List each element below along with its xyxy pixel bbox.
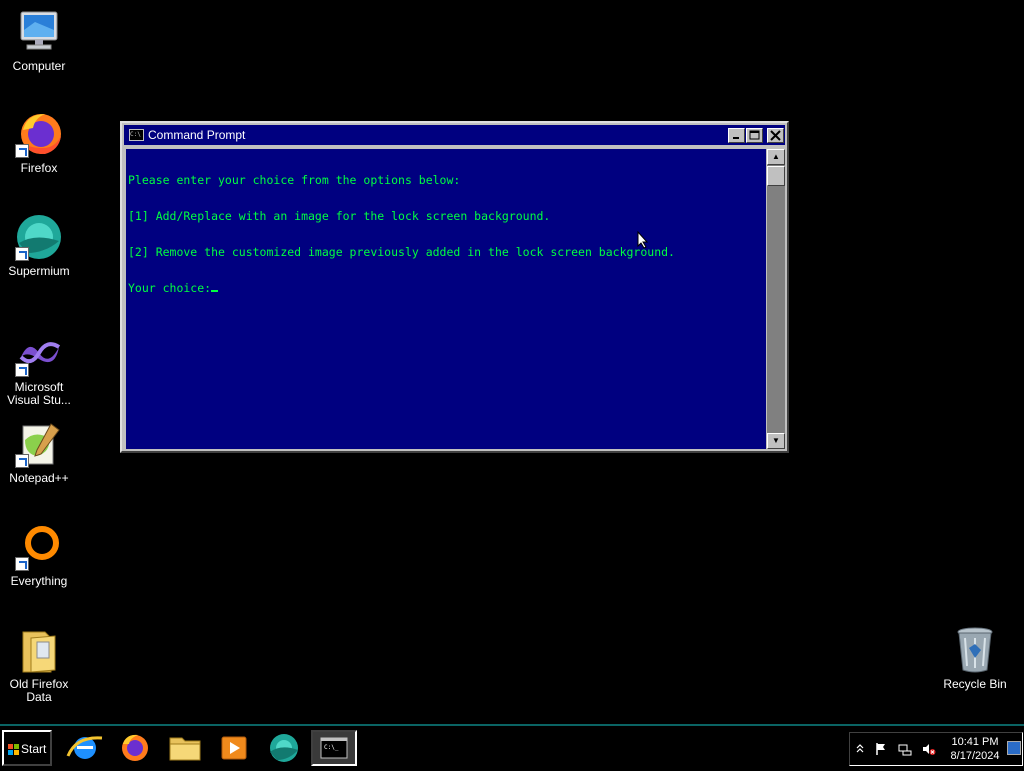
recycle-bin-icon — [951, 626, 999, 674]
network-icon[interactable] — [898, 742, 912, 756]
taskbar-internet-explorer[interactable] — [62, 730, 108, 766]
vertical-scrollbar[interactable]: ▲ ▼ — [767, 149, 785, 449]
desktop-icon-label: Old Firefox Data — [9, 677, 69, 704]
start-button[interactable]: Start — [2, 730, 52, 766]
show-desktop-button[interactable] — [1007, 741, 1021, 755]
firefox-icon — [15, 110, 63, 158]
console-icon: C:\ — [129, 129, 144, 141]
text-cursor — [211, 290, 219, 292]
desktop-icon-label: Firefox — [20, 161, 58, 175]
mouse-pointer-icon — [637, 230, 649, 254]
window-title: Command Prompt — [148, 128, 246, 142]
desktop-icon-label: Supermium — [8, 264, 70, 278]
visual-studio-icon — [15, 329, 63, 377]
taskbar-command-prompt[interactable]: C:\_ — [311, 730, 357, 766]
svg-text:C:\_: C:\_ — [324, 744, 339, 751]
close-button[interactable] — [767, 128, 784, 143]
minimize-button[interactable] — [728, 128, 745, 143]
desktop-icon-firefox[interactable]: Firefox — [0, 110, 79, 175]
volume-muted-icon[interactable] — [922, 742, 936, 756]
desktop-icon-label: Notepad++ — [9, 471, 69, 485]
action-center-flag-icon[interactable] — [874, 742, 888, 756]
system-tray: 10:41 PM 8/17/2024 — [849, 732, 1023, 766]
shortcut-arrow-icon — [15, 247, 29, 261]
scroll-down-button[interactable]: ▼ — [767, 433, 785, 449]
shortcut-arrow-icon — [15, 557, 29, 571]
everything-icon — [15, 523, 63, 571]
firefox-icon — [122, 734, 148, 761]
desktop-icon-label: Computer — [12, 59, 66, 73]
console-output[interactable]: Please enter your choice from the option… — [126, 149, 766, 449]
desktop: Computer Firefox Supermium Microsoft Vis… — [0, 0, 1024, 724]
scroll-up-button[interactable]: ▲ — [767, 149, 785, 165]
maximize-button[interactable] — [746, 128, 763, 143]
folder-icon — [169, 737, 201, 761]
show-hidden-icons-chevron-icon[interactable] — [853, 742, 867, 756]
shortcut-arrow-icon — [15, 363, 29, 377]
shortcut-arrow-icon — [15, 454, 29, 468]
console-prompt-line[interactable]: Your choice: — [128, 282, 764, 294]
desktop-icon-computer[interactable]: Computer — [0, 8, 79, 73]
console-icon: C:\_ — [320, 737, 348, 759]
clock-date[interactable]: 8/17/2024 — [946, 750, 1004, 762]
taskbar-file-explorer[interactable] — [162, 730, 208, 766]
clock-time[interactable]: 10:41 PM — [950, 736, 1000, 748]
desktop-icon-visual-studio[interactable]: Microsoft Visual Stu... — [0, 329, 79, 407]
title-bar[interactable]: C:\ Command Prompt — [124, 125, 785, 145]
windows-logo-icon — [8, 744, 19, 755]
notepadplusplus-icon — [15, 420, 63, 468]
supermium-icon — [15, 213, 63, 261]
console-prompt: Your choice: — [128, 281, 212, 295]
console-line: [2] Remove the customized image previous… — [128, 245, 675, 259]
internet-explorer-icon — [66, 736, 103, 759]
desktop-icon-notepadplusplus[interactable]: Notepad++ — [0, 420, 79, 485]
desktop-icon-recycle-bin[interactable]: Recycle Bin — [935, 626, 1015, 691]
taskbar-firefox[interactable] — [112, 730, 158, 766]
desktop-icon-everything[interactable]: Everything — [0, 523, 79, 588]
supermium-icon — [270, 734, 298, 762]
console-line: [1] Add/Replace with an image for the lo… — [128, 209, 551, 223]
desktop-icon-label: Recycle Bin — [943, 677, 1007, 691]
start-label: Start — [21, 742, 47, 756]
media-player-icon — [221, 736, 247, 760]
folder-icon — [15, 626, 63, 674]
taskbar: Start C:\_ 10:41 PM 8/17/2024 — [0, 724, 1024, 768]
shortcut-arrow-icon — [15, 144, 29, 158]
taskbar-media-player[interactable] — [211, 730, 257, 766]
scroll-thumb[interactable] — [767, 166, 785, 186]
desktop-icon-label: Everything — [10, 574, 68, 588]
console-line: Please enter your choice from the option… — [128, 173, 461, 187]
command-prompt-window[interactable]: C:\ Command Prompt Please enter your cho… — [120, 121, 789, 453]
desktop-icon-label: Microsoft Visual Stu... — [7, 380, 71, 407]
computer-icon — [15, 8, 63, 56]
taskbar-supermium[interactable] — [261, 730, 307, 766]
desktop-icon-supermium[interactable]: Supermium — [0, 213, 79, 278]
desktop-icon-old-firefox-data[interactable]: Old Firefox Data — [0, 626, 79, 704]
